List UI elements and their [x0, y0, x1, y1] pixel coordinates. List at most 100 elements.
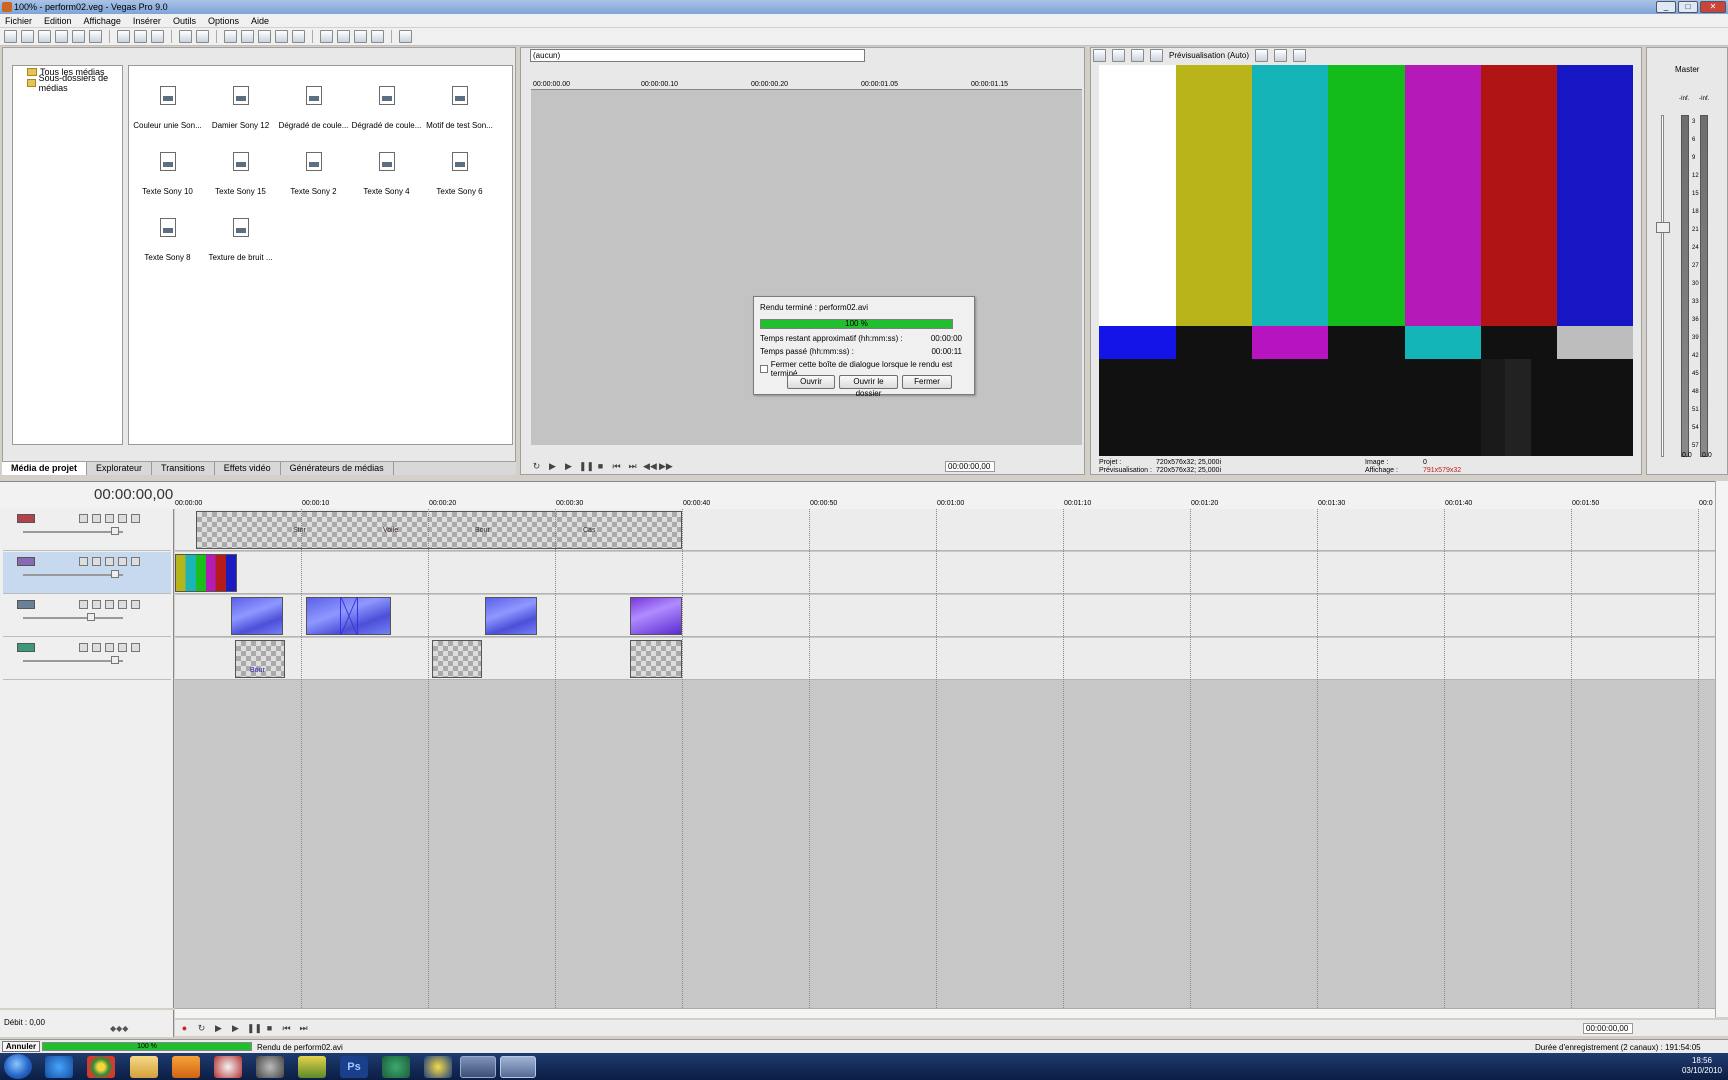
- stop-icon[interactable]: ■: [595, 461, 606, 472]
- split-screen-icon[interactable]: [1150, 49, 1163, 62]
- tab-transitions[interactable]: Transitions: [152, 462, 215, 475]
- track-lane[interactable]: Stor Voile Bour Cas: [175, 509, 1715, 551]
- app-icon-green[interactable]: [298, 1056, 326, 1078]
- selection-edit-tool-icon[interactable]: [354, 30, 367, 43]
- timeline-clip[interactable]: [231, 597, 283, 635]
- trimmer-ruler[interactable]: 00:00:00.00 00:00:00.10 00:00:00.20 00:0…: [531, 80, 1082, 90]
- taskbar-vegas-icon[interactable]: [460, 1056, 496, 1078]
- app-icon-teal[interactable]: [382, 1056, 410, 1078]
- move-icon[interactable]: [92, 557, 101, 566]
- media-item[interactable]: Couleur unie Son...: [131, 70, 204, 136]
- menu-inserer[interactable]: Insérer: [133, 16, 161, 26]
- media-item[interactable]: Texte Sony 10: [131, 136, 204, 202]
- auto-ripple-icon[interactable]: [241, 30, 254, 43]
- tab-media-generators[interactable]: Générateurs de médias: [281, 462, 394, 475]
- mute-icon[interactable]: [118, 514, 127, 523]
- media-item[interactable]: Texte Sony 2: [277, 136, 350, 202]
- rate-slider[interactable]: ◆◆◆: [110, 1024, 130, 1033]
- overlays-icon[interactable]: [1255, 49, 1269, 62]
- track-header-video-4[interactable]: [3, 638, 171, 680]
- solo-icon[interactable]: [131, 600, 140, 609]
- play-icon[interactable]: ▶: [563, 461, 574, 472]
- normal-edit-tool-icon[interactable]: [320, 30, 333, 43]
- zoom-edit-tool-icon[interactable]: [371, 30, 384, 43]
- track-lane[interactable]: [175, 552, 1715, 594]
- solo-icon[interactable]: [131, 643, 140, 652]
- go-to-end-icon[interactable]: ⏭: [627, 461, 638, 472]
- tab-explorer[interactable]: Explorateur: [87, 462, 153, 475]
- media-item[interactable]: Damier Sony 12: [204, 70, 277, 136]
- stop-icon[interactable]: ■: [264, 1023, 275, 1034]
- close-dialog-button[interactable]: Fermer: [902, 375, 952, 389]
- media-item[interactable]: Motif de test Son...: [423, 70, 496, 136]
- start-button-icon[interactable]: [4, 1054, 32, 1079]
- open-folder-button[interactable]: Ouvrir le dossier: [839, 375, 898, 398]
- open-button[interactable]: Ouvrir: [787, 375, 835, 389]
- track-lane[interactable]: Bour: [175, 638, 1715, 680]
- mute-icon[interactable]: [118, 643, 127, 652]
- tab-project-media[interactable]: Média de projet: [2, 462, 88, 475]
- track-fx-icon[interactable]: [105, 600, 114, 609]
- preview-quality-select[interactable]: Prévisualisation (Auto): [1169, 51, 1249, 60]
- whats-this-icon[interactable]: [399, 30, 412, 43]
- timeline-vertical-scrollbar[interactable]: [1715, 481, 1728, 1017]
- track-fx-icon[interactable]: [105, 514, 114, 523]
- media-item[interactable]: Dégradé de coule...: [350, 70, 423, 136]
- play-from-start-icon[interactable]: ▶: [213, 1023, 224, 1034]
- level-knob[interactable]: [111, 527, 119, 535]
- app-icon-red[interactable]: [214, 1056, 242, 1078]
- tab-video-fx[interactable]: Effets vidéo: [215, 462, 281, 475]
- photoshop-icon[interactable]: Ps: [340, 1056, 368, 1078]
- minimize-button[interactable]: _: [1656, 1, 1676, 13]
- play-icon[interactable]: ▶: [230, 1023, 241, 1034]
- internet-explorer-icon[interactable]: [45, 1056, 73, 1078]
- menu-affichage[interactable]: Affichage: [84, 16, 121, 26]
- copy-icon[interactable]: [134, 30, 147, 43]
- media-item[interactable]: Dégradé de coule...: [277, 70, 350, 136]
- loop-playback-icon[interactable]: ↻: [196, 1023, 207, 1034]
- level-knob[interactable]: [87, 613, 95, 621]
- file-explorer-icon[interactable]: [130, 1056, 158, 1078]
- media-item[interactable]: Texte Sony 15: [204, 136, 277, 202]
- timeline-clip[interactable]: [432, 640, 482, 678]
- previous-frame-icon[interactable]: ◀◀: [643, 461, 657, 472]
- chrome-icon[interactable]: [87, 1056, 115, 1078]
- trimmer-media-select[interactable]: (aucun): [530, 49, 865, 62]
- solo-icon[interactable]: [131, 514, 140, 523]
- track-header-video-3[interactable]: [3, 595, 171, 637]
- checkbox-box[interactable]: [760, 365, 768, 373]
- mute-icon[interactable]: [118, 557, 127, 566]
- ignore-grouping-icon[interactable]: [275, 30, 288, 43]
- close-button[interactable]: ✕: [1700, 1, 1726, 13]
- app-icon-grey[interactable]: [256, 1056, 284, 1078]
- timeline-clip[interactable]: [175, 554, 237, 592]
- media-item[interactable]: Texte Sony 8: [131, 202, 204, 268]
- app-icon[interactable]: [2, 2, 12, 12]
- track-fx-icon[interactable]: [105, 557, 114, 566]
- solo-icon[interactable]: [131, 557, 140, 566]
- envelope-edit-tool-icon[interactable]: [337, 30, 350, 43]
- next-frame-icon[interactable]: ▶▶: [659, 461, 673, 472]
- paste-icon[interactable]: [151, 30, 164, 43]
- track-fx-icon[interactable]: [105, 643, 114, 652]
- menu-aide[interactable]: Aide: [251, 16, 269, 26]
- move-icon[interactable]: [92, 514, 101, 523]
- bypass-fx-icon[interactable]: [79, 643, 88, 652]
- play-from-start-icon[interactable]: ▶: [547, 461, 558, 472]
- go-to-start-icon[interactable]: ⏮: [281, 1023, 292, 1034]
- timeline-clip[interactable]: [630, 597, 682, 635]
- external-monitor-icon[interactable]: [1112, 49, 1125, 62]
- timeline-clip[interactable]: Bour: [235, 640, 285, 678]
- cancel-render-button[interactable]: Annuler: [2, 1041, 40, 1052]
- media-item[interactable]: Texte Sony 6: [423, 136, 496, 202]
- save-snapshot-icon[interactable]: [1293, 49, 1307, 62]
- lock-envelopes-icon[interactable]: [258, 30, 271, 43]
- save-icon[interactable]: [38, 30, 51, 43]
- move-icon[interactable]: [92, 600, 101, 609]
- cut-icon[interactable]: [117, 30, 130, 43]
- move-icon[interactable]: [92, 643, 101, 652]
- media-player-icon[interactable]: [172, 1056, 200, 1078]
- menu-outils[interactable]: Outils: [173, 16, 196, 26]
- record-icon[interactable]: ●: [179, 1023, 190, 1034]
- project-properties-icon[interactable]: [1093, 49, 1106, 62]
